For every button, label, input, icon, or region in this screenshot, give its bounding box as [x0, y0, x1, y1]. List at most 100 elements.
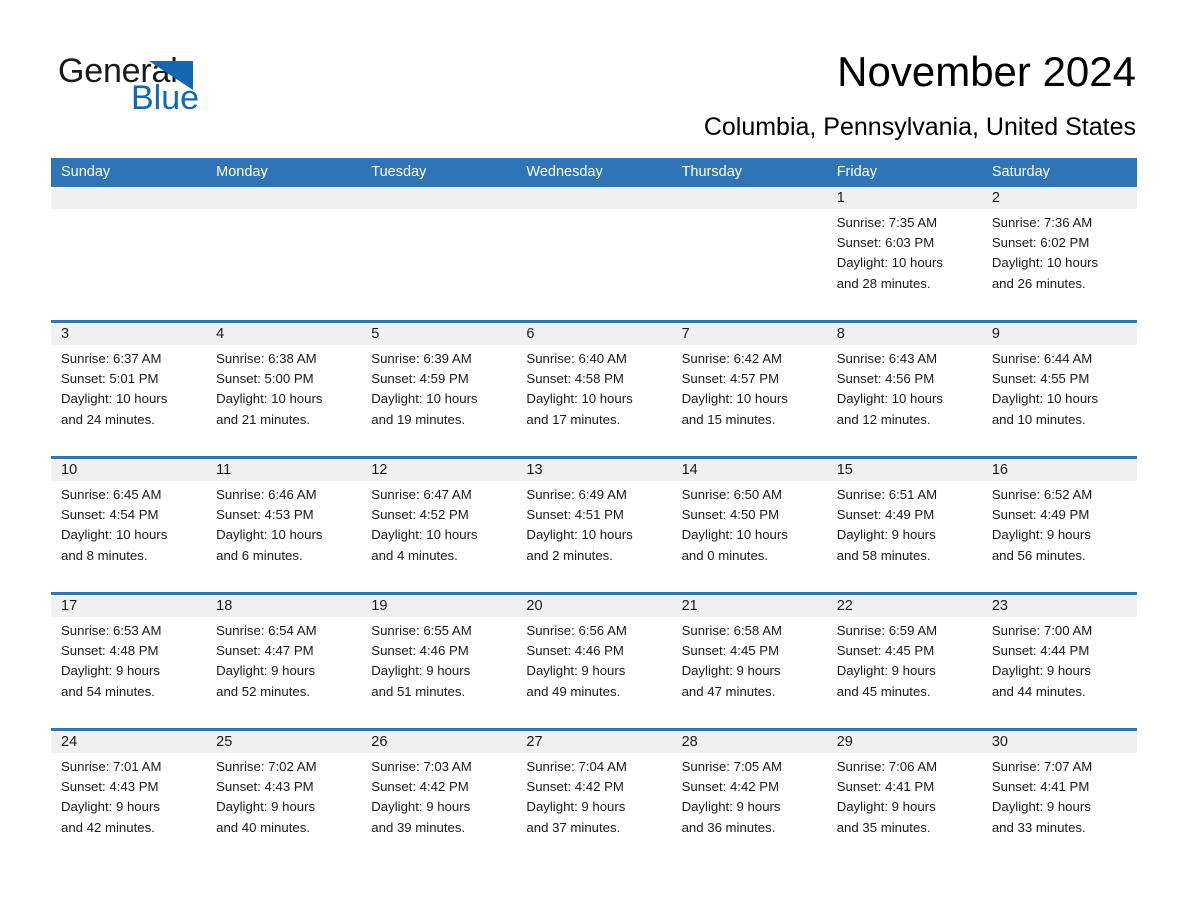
sunrise-text: Sunrise: 6:49 AM: [526, 487, 627, 502]
daylight-text-line1: Daylight: 10 hours: [991, 255, 1099, 271]
sunrise-text: Sunrise: 7:04 AM: [526, 759, 627, 774]
daylight-text-line2: and 42 minutes.: [61, 819, 155, 835]
daylight-text-line2: and 15 minutes.: [681, 411, 776, 427]
day-number: 10: [51, 459, 207, 481]
calendar-day-cell[interactable]: 13 Sunrise: 6:49 AM Sunset: 4:51 PM Dayligh…: [516, 459, 672, 584]
day-number: 20: [516, 595, 672, 617]
daylight-text-line1: Daylight: 10 hours: [526, 391, 633, 407]
sunrise-text: Sunrise: 7:05 AM: [681, 759, 782, 774]
daylight-text-line2: and 26 minutes.: [991, 275, 1086, 291]
calendar-day-cell[interactable]: 7 Sunrise: 6:42 AM Sunset: 4:57 PM Daylight…: [671, 323, 827, 448]
calendar-day-cell[interactable]: 10 Sunrise: 6:45 AM Sunset: 4:54 PM Dayligh…: [51, 459, 207, 584]
sunrise-text: Sunrise: 6:38 AM: [216, 351, 317, 366]
sunset-text: Sunset: 4:43 PM: [61, 779, 159, 795]
day-number: 26: [361, 731, 517, 753]
calendar-day-cell[interactable]: 4 Sunrise: 6:38 AM Sunset: 5:00 PM Daylight…: [206, 323, 362, 448]
calendar-day-cell[interactable]: 16 Sunrise: 6:52 AM Sunset: 4:49 PM Dayligh…: [981, 459, 1137, 584]
day-details: [516, 209, 671, 213]
page-subtitle: Columbia, Pennsylvania, United States: [703, 113, 1136, 141]
sunrise-text: Sunrise: 6:55 AM: [371, 623, 472, 638]
day-details: Sunrise: 6:56 AM Sunset: 4:46 PM Daylight:…: [516, 617, 671, 702]
calendar-day-cell[interactable]: 5 Sunrise: 6:39 AM Sunset: 4:59 PM Daylight…: [361, 323, 517, 448]
day-details: Sunrise: 7:36 AM Sunset: 6:02 PM Daylight:…: [982, 209, 1137, 294]
calendar-empty-cell: [671, 187, 827, 312]
calendar-day-cell[interactable]: 28 Sunrise: 7:05 AM Sunset: 4:42 PM Dayligh…: [671, 731, 827, 856]
calendar-week-row: 17 Sunrise: 6:53 AM Sunset: 4:48 PM Dayligh…: [51, 592, 1137, 720]
sunrise-text: Sunrise: 6:50 AM: [681, 487, 782, 502]
sunset-text: Sunset: 5:01 PM: [61, 371, 159, 387]
calendar-day-cell[interactable]: 22 Sunrise: 6:59 AM Sunset: 4:45 PM Dayligh…: [826, 595, 982, 720]
sunrise-text: Sunrise: 6:45 AM: [61, 487, 162, 502]
week-separator: [51, 720, 1137, 728]
calendar-day-cell[interactable]: 18 Sunrise: 6:54 AM Sunset: 4:47 PM Dayligh…: [206, 595, 362, 720]
day-number: 29: [826, 731, 982, 753]
calendar-day-cell[interactable]: 8 Sunrise: 6:43 AM Sunset: 4:56 PM Daylight…: [826, 323, 982, 448]
sunset-text: Sunset: 4:59 PM: [371, 371, 469, 387]
calendar-day-cell[interactable]: 26 Sunrise: 7:03 AM Sunset: 4:42 PM Dayligh…: [361, 731, 517, 856]
weekday-header-thursday: Thursday: [681, 164, 743, 180]
day-details: Sunrise: 6:53 AM Sunset: 4:48 PM Daylight:…: [51, 617, 206, 702]
daylight-text-line1: Daylight: 9 hours: [836, 527, 936, 543]
daylight-text-line1: Daylight: 10 hours: [681, 391, 788, 407]
sunset-text: Sunset: 4:42 PM: [681, 779, 780, 795]
day-number: 6: [516, 323, 672, 345]
calendar-week-row: 3 Sunrise: 6:37 AM Sunset: 5:01 PM Daylight…: [51, 320, 1137, 448]
calendar-day-cell[interactable]: 2 Sunrise: 7:36 AM Sunset: 6:02 PM Daylight…: [981, 187, 1137, 312]
sunset-text: Sunset: 4:42 PM: [371, 779, 469, 795]
sunrise-text: Sunrise: 6:37 AM: [61, 351, 162, 366]
calendar-day-cell[interactable]: 21 Sunrise: 6:58 AM Sunset: 4:45 PM Dayligh…: [671, 595, 827, 720]
sunset-text: Sunset: 4:52 PM: [371, 507, 469, 523]
calendar-day-cell[interactable]: 1 Sunrise: 7:35 AM Sunset: 6:03 PM Daylight…: [826, 187, 982, 312]
calendar-day-cell[interactable]: 17 Sunrise: 6:53 AM Sunset: 4:48 PM Dayligh…: [51, 595, 207, 720]
day-details: Sunrise: 6:44 AM Sunset: 4:55 PM Daylight:…: [982, 345, 1137, 430]
calendar-empty-cell: [206, 187, 362, 312]
calendar-day-cell[interactable]: 29 Sunrise: 7:06 AM Sunset: 4:41 PM Dayligh…: [826, 731, 982, 856]
day-number: 12: [361, 459, 517, 481]
day-number: [51, 187, 207, 209]
day-number: 14: [671, 459, 827, 481]
sunrise-text: Sunrise: 6:40 AM: [526, 351, 627, 366]
calendar-day-cell[interactable]: 12 Sunrise: 6:47 AM Sunset: 4:52 PM Dayligh…: [361, 459, 517, 584]
calendar-day-cell[interactable]: 9 Sunrise: 6:44 AM Sunset: 4:55 PM Daylight…: [981, 323, 1137, 448]
day-details: Sunrise: 7:04 AM Sunset: 4:42 PM Daylight:…: [516, 753, 671, 838]
calendar-day-cell[interactable]: 23 Sunrise: 7:00 AM Sunset: 4:44 PM Dayligh…: [981, 595, 1137, 720]
sunset-text: Sunset: 4:51 PM: [526, 507, 624, 523]
weekday-header-tuesday: Tuesday: [371, 164, 427, 180]
daylight-text-line2: and 28 minutes.: [836, 275, 931, 291]
daylight-text-line1: Daylight: 9 hours: [216, 663, 316, 679]
day-number: 4: [206, 323, 362, 345]
calendar-weeks: 1 Sunrise: 7:35 AM Sunset: 6:03 PM Daylight…: [51, 187, 1137, 856]
calendar-day-cell[interactable]: 3 Sunrise: 6:37 AM Sunset: 5:01 PM Daylight…: [51, 323, 207, 448]
day-number: 11: [206, 459, 362, 481]
calendar-day-cell[interactable]: 24 Sunrise: 7:01 AM Sunset: 4:43 PM Dayligh…: [51, 731, 207, 856]
daylight-text-line2: and 44 minutes.: [991, 683, 1086, 699]
daylight-text-line2: and 36 minutes.: [681, 819, 776, 835]
calendar-day-cell[interactable]: 25 Sunrise: 7:02 AM Sunset: 4:43 PM Dayligh…: [206, 731, 362, 856]
sunrise-text: Sunrise: 7:35 AM: [836, 215, 938, 230]
sunrise-text: Sunrise: 7:07 AM: [991, 759, 1093, 774]
day-number: [516, 187, 672, 209]
sunset-text: Sunset: 4:50 PM: [681, 507, 780, 523]
daylight-text-line1: Daylight: 9 hours: [991, 527, 1091, 543]
day-details: Sunrise: 6:38 AM Sunset: 5:00 PM Daylight:…: [206, 345, 361, 430]
calendar-day-cell[interactable]: 6 Sunrise: 6:40 AM Sunset: 4:58 PM Daylight…: [516, 323, 672, 448]
weekday-header-wednesday: Wednesday: [526, 164, 603, 180]
calendar-page: General Blue November 2024 Columbia, Pen…: [0, 0, 1188, 918]
daylight-text-line2: and 10 minutes.: [991, 411, 1086, 427]
calendar-day-cell[interactable]: 14 Sunrise: 6:50 AM Sunset: 4:50 PM Dayligh…: [671, 459, 827, 584]
daylight-text-line2: and 47 minutes.: [681, 683, 776, 699]
daylight-text-line1: Daylight: 9 hours: [61, 799, 160, 815]
brand-logo[interactable]: General Blue: [58, 52, 338, 118]
calendar-day-cell[interactable]: 19 Sunrise: 6:55 AM Sunset: 4:46 PM Dayligh…: [361, 595, 517, 720]
daylight-text-line2: and 52 minutes.: [216, 683, 310, 699]
calendar-day-cell[interactable]: 30 Sunrise: 7:07 AM Sunset: 4:41 PM Dayligh…: [981, 731, 1137, 856]
day-details: Sunrise: 7:01 AM Sunset: 4:43 PM Daylight:…: [51, 753, 206, 838]
day-number: [361, 187, 517, 209]
calendar-day-cell[interactable]: 20 Sunrise: 6:56 AM Sunset: 4:46 PM Dayligh…: [516, 595, 672, 720]
calendar-day-cell[interactable]: 11 Sunrise: 6:46 AM Sunset: 4:53 PM Dayligh…: [206, 459, 362, 584]
day-number: 1: [826, 187, 982, 209]
daylight-text-line1: Daylight: 10 hours: [216, 527, 323, 543]
calendar-day-cell[interactable]: 27 Sunrise: 7:04 AM Sunset: 4:42 PM Dayligh…: [516, 731, 672, 856]
day-number: 16: [981, 459, 1137, 481]
calendar-day-cell[interactable]: 15 Sunrise: 6:51 AM Sunset: 4:49 PM Dayligh…: [826, 459, 982, 584]
